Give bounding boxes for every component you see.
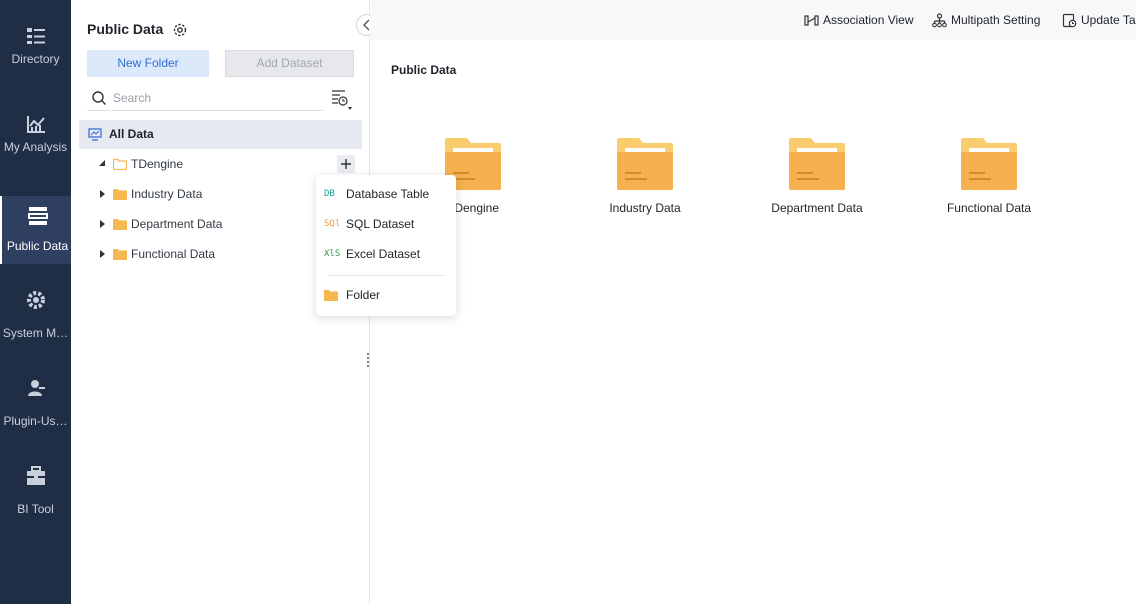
tree-root-all-data[interactable]: All Data [79, 120, 362, 149]
menu-item-sql-dataset[interactable]: SQl SQL Dataset [316, 210, 456, 238]
sql-dataset-icon: SQl [324, 219, 341, 229]
menu-item-excel-dataset[interactable]: XlS Excel Dataset [316, 240, 456, 268]
nav-item-system-management[interactable]: System M… [0, 281, 71, 349]
caret-right-icon[interactable] [98, 250, 106, 258]
folder-icon [617, 138, 673, 190]
tree-node-label: Department Data [131, 217, 223, 231]
panel-title: Public Data [87, 21, 164, 37]
side-nav: Directory My Analysis Public Data System… [0, 0, 71, 604]
folder-icon [324, 290, 338, 301]
plugin-user-icon [28, 380, 45, 396]
tree-node-label: Functional Data [131, 247, 216, 261]
excel-dataset-icon: XlS [324, 249, 341, 259]
folder-card-industry-data[interactable]: Industry Data [575, 138, 715, 218]
menu-item-label: Excel Dataset [346, 247, 421, 261]
hierarchy-icon [932, 13, 947, 28]
update-clock-icon [1062, 13, 1077, 28]
main-content: Association View Multipath Setting Updat… [371, 0, 1136, 604]
database-table-icon: DB [324, 189, 335, 199]
menu-divider [328, 275, 444, 276]
add-menu-popup: DB Database Table SQl SQL Dataset XlS Ex… [316, 175, 456, 316]
toolbox-icon [27, 466, 45, 485]
folder-card-label: Functional Data [946, 201, 1032, 215]
public-data-icon [28, 207, 48, 225]
nav-item-directory[interactable]: Directory [0, 17, 71, 85]
tree-node-tdengine[interactable]: TDengine [79, 150, 362, 178]
folder-card-label: Department Data [771, 201, 863, 215]
system-management-icon [27, 291, 45, 309]
folder-icon [789, 138, 845, 190]
search-input[interactable] [113, 88, 313, 108]
nav-item-public-data[interactable]: Public Data [0, 196, 71, 264]
menu-item-folder[interactable]: Folder [316, 281, 456, 309]
plus-icon [341, 159, 351, 169]
folder-card-label: Industry Data [609, 201, 681, 215]
nav-label: Public Data [6, 239, 69, 253]
folder-icon [113, 249, 127, 260]
nav-item-my-analysis[interactable]: My Analysis [0, 105, 71, 173]
directory-icon [27, 28, 45, 44]
folder-icon [113, 189, 127, 200]
nav-label: Directory [11, 52, 60, 66]
gear-icon[interactable] [172, 22, 188, 38]
association-view-label: Association View [823, 13, 914, 27]
nav-item-plugin-user[interactable]: Plugin-Us… [0, 369, 71, 437]
add-item-button[interactable] [337, 155, 355, 173]
caret-right-icon[interactable] [98, 190, 106, 198]
folder-card-department-data[interactable]: Department Data [747, 138, 887, 218]
caret-down-icon[interactable] [98, 160, 106, 168]
nav-label: System M… [2, 326, 69, 340]
analysis-icon [27, 116, 45, 133]
new-folder-button[interactable]: New Folder [87, 50, 209, 77]
multipath-setting-label: Multipath Setting [951, 13, 1041, 27]
menu-item-label: Folder [346, 288, 381, 302]
tree-root-label: All Data [109, 127, 154, 141]
association-view-icon [804, 15, 819, 26]
folder-icon [961, 138, 1017, 190]
update-label: Update Ta [1081, 13, 1136, 27]
search-icon [92, 91, 106, 105]
folder-icon [113, 219, 127, 230]
menu-item-label: SQL Dataset [346, 217, 415, 231]
folder-card-functional-data[interactable]: Functional Data [919, 138, 1059, 218]
add-dataset-button[interactable]: Add Dataset [225, 50, 354, 77]
folder-open-icon [113, 158, 127, 170]
toolbar: Association View Multipath Setting Updat… [371, 0, 1136, 40]
tree-node-label: TDengine [131, 157, 184, 171]
nav-item-bi-tool[interactable]: BI Tool [0, 457, 71, 525]
search-box [87, 86, 323, 111]
nav-label: My Analysis [3, 140, 68, 154]
menu-item-label: Database Table [346, 187, 430, 201]
tree-node-label: Industry Data [131, 187, 203, 201]
page-title: Public Data [391, 63, 457, 77]
monitor-icon [88, 128, 102, 141]
nav-label: Plugin-Us… [3, 414, 68, 428]
nav-label: BI Tool [17, 502, 54, 516]
menu-item-database-table[interactable]: DB Database Table [316, 180, 456, 208]
caret-right-icon[interactable] [98, 220, 106, 228]
sort-filter-icon[interactable] [330, 89, 354, 111]
